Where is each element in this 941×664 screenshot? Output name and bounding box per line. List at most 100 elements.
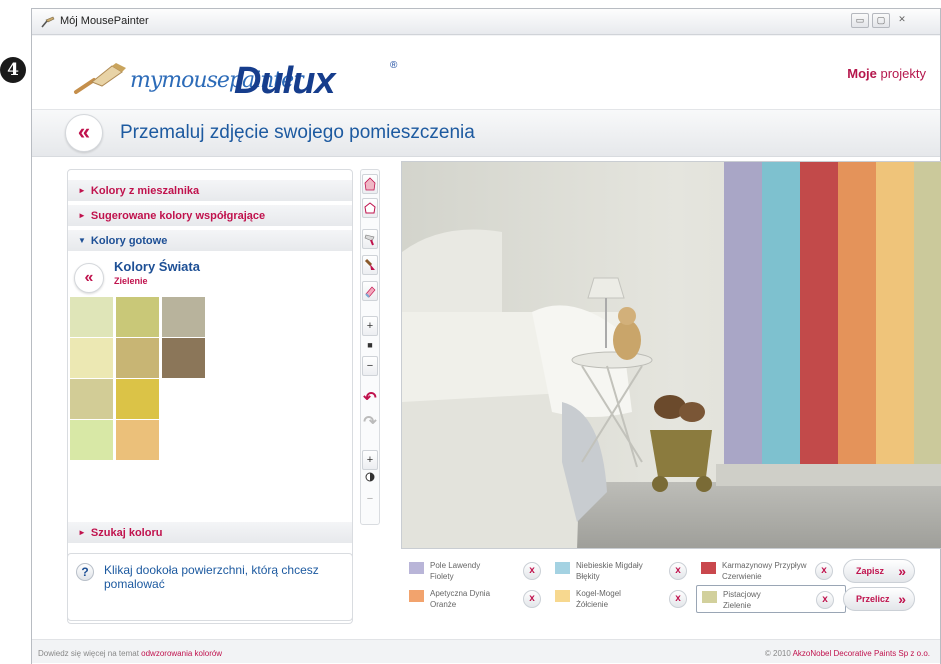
remove-color-button[interactable]: x [815,562,833,580]
legend-item[interactable]: Kogel-Mogel Żółcienie x [550,585,700,613]
redo-button[interactable]: ↷ [362,414,378,434]
brush-tool[interactable] [362,255,378,275]
paint-stripe [724,162,762,466]
collection-subtitle: Zielenie [114,276,148,286]
accordion-search-color[interactable]: ► Szukaj koloru [68,522,352,544]
minimize-button[interactable]: ▭ [851,13,869,28]
save-button[interactable]: Zapisz » [843,559,915,583]
legend-swatch [555,590,570,602]
help-box: ? Klikaj dookoła powierzchni, którą chce… [67,553,353,621]
footer-right: © 2010 AkzoNobel Decorative Paints Sp z … [765,649,930,658]
used-colors-legend: Pole Lawendy Fiolety x Niebieskie Migdały… [401,553,941,613]
legend-swatch [409,590,424,602]
zoom-in-button[interactable]: + [362,316,378,336]
my-projects-link[interactable]: Moje projekty [847,66,926,81]
bedroom-scene [402,162,941,548]
accordion-mixer-colors[interactable]: ► Kolory z mieszalnika [68,180,352,202]
legend-name-line1: Pole Lawendy [430,561,481,570]
remove-color-button[interactable]: x [669,562,687,580]
help-icon: ? [76,563,94,581]
color-swatch[interactable] [116,297,159,337]
paintbrush-icon [74,63,126,94]
triangle-right-icon: ► [78,528,86,537]
accordion-suggested-colors[interactable]: ► Sugerowane kolory współgrające [68,205,352,227]
legend-swatch [555,562,570,574]
footer: Dowiedz się więcej na temat odwzorowania… [32,639,940,663]
close-button[interactable]: ✕ [893,13,911,28]
roller-tool[interactable] [362,229,378,249]
legend-name-line2: Błękity [576,572,600,581]
legend-color-name: Karmazynowy Przypływ Czerwienie [722,560,822,582]
akzonobel-link[interactable]: AkzoNobel Decorative Paints Sp z o.o. [793,649,930,658]
remove-color-button[interactable]: x [816,591,834,609]
legend-name-line1: Niebieskie Migdały [576,561,643,570]
back-button[interactable]: « [65,114,103,152]
legend-item[interactable]: Niebieskie Migdały Błękity x [550,557,700,585]
legend-name-line2: Czerwienie [722,572,762,581]
contrast-decrease-button[interactable]: − [362,490,378,510]
accordion-label: Kolory gotowe [90,235,168,247]
maximize-button[interactable]: ▢ [872,13,890,28]
legend-swatch [409,562,424,574]
color-swatch[interactable] [116,420,159,460]
legend-name-line1: Karmazynowy Przypływ [722,561,807,570]
paint-stripes [724,162,941,466]
roller-icon [364,234,375,246]
legend-swatch [702,591,717,603]
triangle-down-icon: ▼ [78,236,86,245]
legend-item-selected[interactable]: Pistacjowy Zielenie x [696,585,846,613]
remove-color-button[interactable]: x [523,562,541,580]
projects-rest: projekty [876,66,926,81]
triangle-right-icon: ► [78,211,86,220]
color-rendering-link[interactable]: odwzorowania kolorów [141,649,222,658]
zoom-level-indicator: ■ [367,340,373,350]
recalculate-button[interactable]: Przelicz » [843,587,915,611]
legend-color-name: Pistacjowy Zielenie [723,589,823,611]
chevron-right-icon: » [898,563,906,579]
color-swatch[interactable] [70,297,113,337]
eraser-tool[interactable] [362,281,378,301]
heading-band: « Przemaluj zdjęcie swojego pomieszczeni… [32,109,940,157]
paint-stripe [838,162,876,466]
brush-icon [364,258,375,270]
color-swatch[interactable] [70,379,113,419]
step-marker-badge: 4 [0,57,26,83]
legend-item[interactable]: Apetyczna Dynia Oranże x [404,585,554,613]
color-swatch[interactable] [70,420,113,460]
remove-color-button[interactable]: x [523,590,541,608]
window-title: Mój MousePainter [60,15,149,27]
zoom-out-button[interactable]: − [362,356,378,376]
dulux-wordmark: Dulux [234,60,336,102]
collection-back-button[interactable]: « [74,263,104,293]
trademark-symbol: ® [390,60,398,71]
paint-stripe [762,162,800,466]
legend-swatch [701,562,716,574]
paint-stripe [876,162,914,466]
legend-color-name: Apetyczna Dynia Oranże [430,588,530,610]
legend-name-line2: Zielenie [723,601,752,610]
chevron-right-icon: » [898,591,906,607]
projects-bold: Moje [847,66,877,81]
paint-stripe [914,162,941,466]
accordion-label: Szukaj koloru [90,527,163,539]
remove-color-button[interactable]: x [669,590,687,608]
color-swatch[interactable] [162,338,205,378]
color-swatch[interactable] [70,338,113,378]
undo-button[interactable]: ↶ [362,390,378,410]
contrast-increase-button[interactable]: + [362,450,378,470]
legend-name-line1: Apetyczna Dynia [430,589,491,598]
collection-title: Kolory Świata [114,259,200,274]
legend-item[interactable]: Karmazynowy Przypływ Czerwienie x [696,557,846,585]
accordion-label: Kolory z mieszalnika [90,185,200,197]
paint-toolbar: + ■ − ↶ ↷ + − [360,169,380,525]
erase-area-tool[interactable] [362,198,378,218]
color-swatch[interactable] [116,379,159,419]
footer-left-text: Dowiedz się więcej na temat [38,649,142,658]
legend-item[interactable]: Pole Lawendy Fiolety x [404,557,554,585]
accordion-ready-colors[interactable]: ▼ Kolory gotowe [68,230,352,252]
room-photo[interactable] [401,161,941,549]
contrast-icon [362,470,378,490]
color-swatch[interactable] [162,297,205,337]
fill-area-tool[interactable] [362,174,378,194]
color-swatch[interactable] [116,338,159,378]
